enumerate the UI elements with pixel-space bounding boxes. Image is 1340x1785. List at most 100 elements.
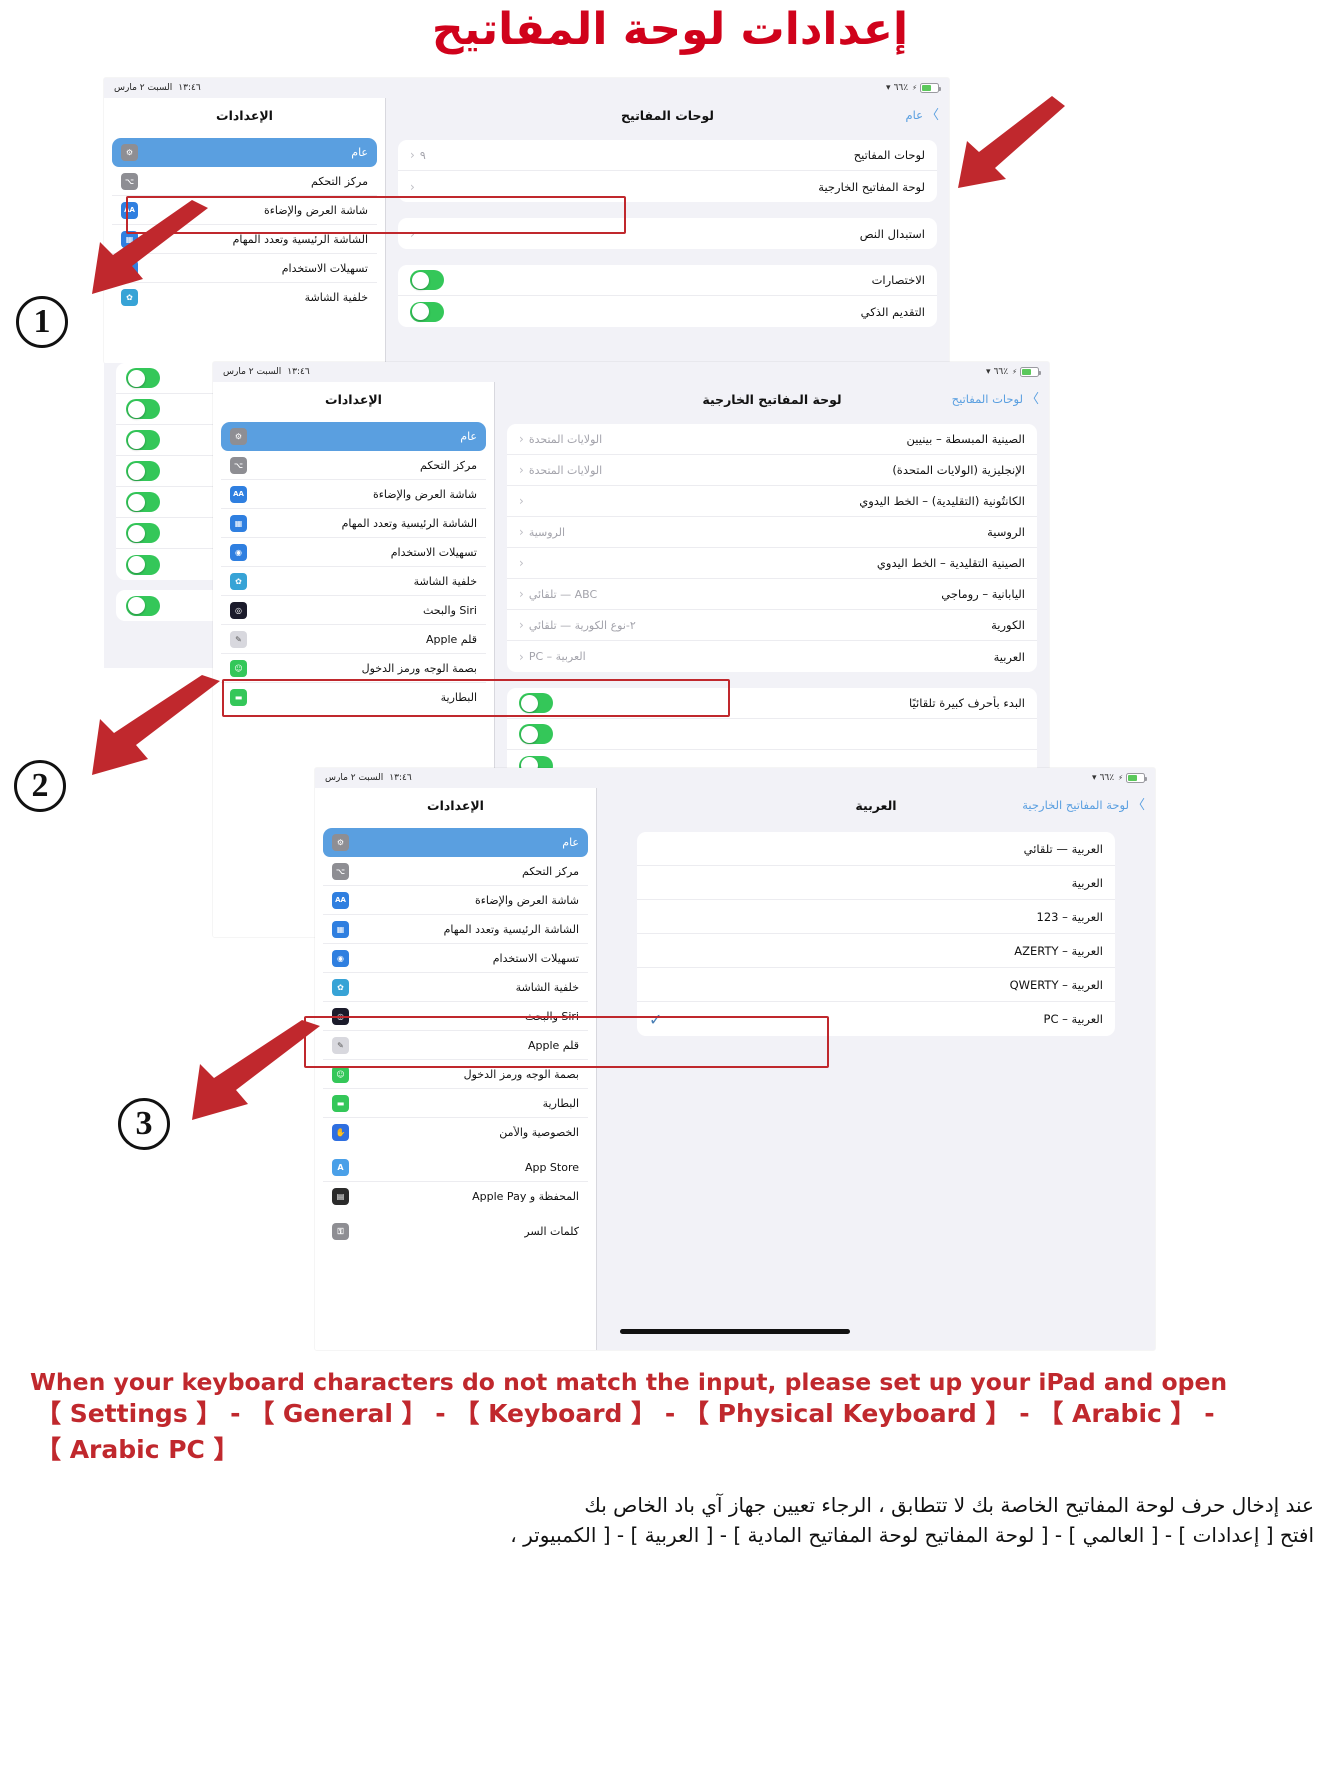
toggle-switch[interactable]: [126, 461, 160, 481]
back-button-1[interactable]: 〉 عام: [905, 98, 939, 132]
battery-icon: [1020, 367, 1041, 377]
external-keyboard-list-card: الصينية المبسطة – بينيين الولايات المتحد…: [507, 424, 1037, 672]
list-item[interactable]: العربية — تلقائي: [637, 832, 1115, 866]
back-label-1: عام: [905, 108, 923, 122]
table-row-arabic[interactable]: العربية العربية – PC ‹: [507, 641, 1037, 672]
sidebar-item-control-center[interactable]: مركز التحكم ⌥: [112, 167, 377, 196]
row-toggle-smart-punctuation[interactable]: التقديم الذكي: [398, 296, 937, 327]
sidebar-item-label: عام: [562, 836, 579, 849]
sidebar-item-apple-pencil[interactable]: قلم Apple ✎: [323, 1031, 588, 1060]
status-bar-battery-group: ⚡ ٪٦٦ ▾: [886, 83, 941, 93]
row-label: اليابانية – روماجي: [941, 587, 1025, 601]
sidebar-item-general[interactable]: عام ⚙: [221, 422, 486, 451]
back-button-2[interactable]: 〉 لوحات المفاتيح: [952, 382, 1039, 416]
sidebar-item-control-center[interactable]: مركز التحكم ⌥: [221, 451, 486, 480]
sidebar-item-general[interactable]: عام ⚙: [323, 828, 588, 857]
option-label: العربية – AZERTY: [1014, 943, 1103, 958]
sidebar-item-label: قلم Apple: [527, 1038, 579, 1052]
status-bar-clock-group: ١٣:٤٦ السبت ٢ مارس: [223, 367, 310, 377]
ipad-panel-step3: ⚡ ٪٦٦ ▾ ١٣:٤٦ السبت ٢ مارس العربية 〉 لوح…: [315, 768, 1155, 1350]
sidebar-item-home-screen[interactable]: الشاشة الرئيسية وتعدد المهام ▦: [221, 509, 486, 538]
table-row[interactable]: الروسية الروسية ‹: [507, 517, 1037, 548]
battery-percent: ٪٦٦: [893, 83, 909, 93]
toggle-switch[interactable]: [410, 301, 444, 322]
sidebar-item-display-brightness[interactable]: شاشة العرض والإضاءة AA: [221, 480, 486, 509]
row-keyboards[interactable]: لوحات المفاتيح ٩ ‹: [398, 140, 937, 171]
home-screen-icon: ▦: [332, 920, 349, 938]
sidebar-item-accessibility[interactable]: تسهيلات الاستخدام ◉: [323, 944, 588, 973]
toggle-switch[interactable]: [126, 595, 160, 616]
sidebar-item-display-brightness[interactable]: شاشة العرض والإضاءة AA: [323, 886, 588, 915]
back-button-3[interactable]: 〉 لوحة المفاتيح الخارجية: [1022, 788, 1145, 822]
sidebar-item-accessibility[interactable]: تسهيلات الاستخدام ◉: [221, 538, 486, 567]
display-brightness-icon: AA: [332, 891, 349, 909]
toggle-switch[interactable]: [519, 724, 553, 744]
toggle-switch[interactable]: [126, 492, 160, 512]
toggle-switch[interactable]: [410, 270, 444, 290]
charging-bolt-icon: ⚡: [912, 84, 917, 92]
sidebar-item-label: الشاشة الرئيسية وتعدد المهام: [232, 232, 368, 246]
table-row[interactable]: الكورية ٢-نوع الكورية — تلقائي ‹: [507, 610, 1037, 641]
toggle-switch[interactable]: [126, 430, 160, 450]
navbar-2: لوحة المفاتيح الخارجية 〉 لوحات المفاتيح: [495, 382, 1049, 416]
row-label: العربية: [993, 649, 1025, 664]
list-item[interactable]: العربية: [637, 866, 1115, 900]
sidebar-item-wallpaper[interactable]: خلفية الشاشة ✿: [221, 567, 486, 596]
arabic-layout-options-card: العربية — تلقائي العربية العربية – 123 ا…: [637, 832, 1115, 1036]
chevron-right-icon: ‹: [519, 463, 524, 477]
toggle-switch[interactable]: [126, 554, 160, 575]
list-item[interactable]: العربية – 123: [637, 900, 1115, 934]
table-row[interactable]: اليابانية – روماجي ABC — تلقائي ‹: [507, 579, 1037, 610]
sidebar-item-general[interactable]: عام ⚙: [112, 138, 377, 167]
table-row[interactable]: الكانتُونية (التقليدية) – الخط اليدوي ‹: [507, 486, 1037, 517]
toggle-switch[interactable]: [126, 399, 160, 419]
row-label: التقديم الذكي: [860, 304, 925, 319]
sidebar-item-label: البطارية: [542, 1096, 579, 1110]
sidebar-item-face-id[interactable]: بصمة الوجه ورمز الدخول ☺: [221, 654, 486, 683]
sidebar-item-battery[interactable]: البطارية ▬: [323, 1089, 588, 1118]
table-row[interactable]: الإنجليزية (الولايات المتحدة) الولايات ا…: [507, 455, 1037, 486]
toggle-switch[interactable]: [126, 368, 160, 388]
apple-pencil-icon: ✎: [332, 1036, 349, 1054]
sidebar-item-app-store[interactable]: App Store A: [323, 1153, 588, 1182]
table-row[interactable]: الصينية التقليدية – الخط اليدوي ‹: [507, 548, 1037, 579]
row-value: ABC — تلقائي: [528, 587, 598, 601]
sidebar-item-label: مركز التحكم: [420, 458, 477, 472]
sidebar-item-face-id[interactable]: بصمة الوجه ورمز الدخول ☺: [323, 1060, 588, 1089]
sidebar-item-battery[interactable]: البطارية ▬: [221, 683, 486, 712]
toggle-switch[interactable]: [126, 523, 160, 543]
sidebar-item-label: الشاشة الرئيسية وتعدد المهام: [341, 516, 477, 530]
sidebar-item-siri-search[interactable]: Siri والبحث ◎: [323, 1002, 588, 1031]
row-label: البدء بأحرف كبيرة تلقائيًا: [909, 696, 1025, 710]
siri-icon: ◎: [332, 1007, 349, 1025]
row-label: الكانتُونية (التقليدية) – الخط اليدوي: [859, 494, 1025, 508]
arrow-step-2: [92, 675, 220, 775]
sidebar-item-wallet-apple-pay[interactable]: المحفظة و Apple Pay ▤: [323, 1182, 588, 1211]
sidebar-item-apple-pencil[interactable]: قلم Apple ✎: [221, 625, 486, 654]
sidebar-item-siri-search[interactable]: Siri والبحث ◎: [221, 596, 486, 625]
chevron-right-icon: ‹: [519, 556, 524, 570]
sidebar-item-control-center[interactable]: مركز التحكم ⌥: [323, 857, 588, 886]
wifi-icon: ▾: [886, 83, 891, 93]
sidebar-item-wallpaper[interactable]: خلفية الشاشة ✿: [323, 973, 588, 1002]
row-text-replacement[interactable]: استبدال النص ‹: [398, 218, 937, 249]
row-toggle-autocapitalize[interactable]: البدء بأحرف كبيرة تلقائيًا: [507, 688, 1037, 719]
sidebar-item-home-screen[interactable]: الشاشة الرئيسية وتعدد المهام ▦: [323, 915, 588, 944]
table-row[interactable]: الصينية المبسطة – بينيين الولايات المتحد…: [507, 424, 1037, 455]
row-toggle-2[interactable]: [507, 719, 1037, 750]
list-item[interactable]: العربية – AZERTY: [637, 934, 1115, 968]
status-bar-3: ⚡ ٪٦٦ ▾ ١٣:٤٦ السبت ٢ مارس: [315, 768, 1155, 788]
row-label: الصينية المبسطة – بينيين: [906, 432, 1025, 446]
sidebar-item-label: شاشة العرض والإضاءة: [372, 487, 477, 501]
sidebar-item-privacy-security[interactable]: الخصوصية والأمن ✋: [323, 1118, 588, 1147]
settings-sidebar-3: الإعدادات عام ⚙ مركز التحكم ⌥ شاشة العرض…: [315, 788, 597, 1350]
row-external-keyboard[interactable]: لوحة المفاتيح الخارجية ‹: [398, 171, 937, 202]
footer-ar-line2: افتح [ إعدادات ] - [ العالمي ] - [ لوحة …: [510, 1523, 1314, 1547]
option-label: العربية: [1071, 875, 1103, 890]
toggle-switch[interactable]: [519, 693, 553, 713]
list-item[interactable]: العربية – QWERTY: [637, 968, 1115, 1002]
sidebar-item-label: مركز التحكم: [522, 864, 579, 878]
list-item-arabic-pc[interactable]: العربية – PC ✓: [637, 1002, 1115, 1036]
row-toggle-shortcuts[interactable]: الاختصارات: [398, 265, 937, 296]
sidebar-item-passwords[interactable]: كلمات السر ⚿: [323, 1217, 588, 1246]
